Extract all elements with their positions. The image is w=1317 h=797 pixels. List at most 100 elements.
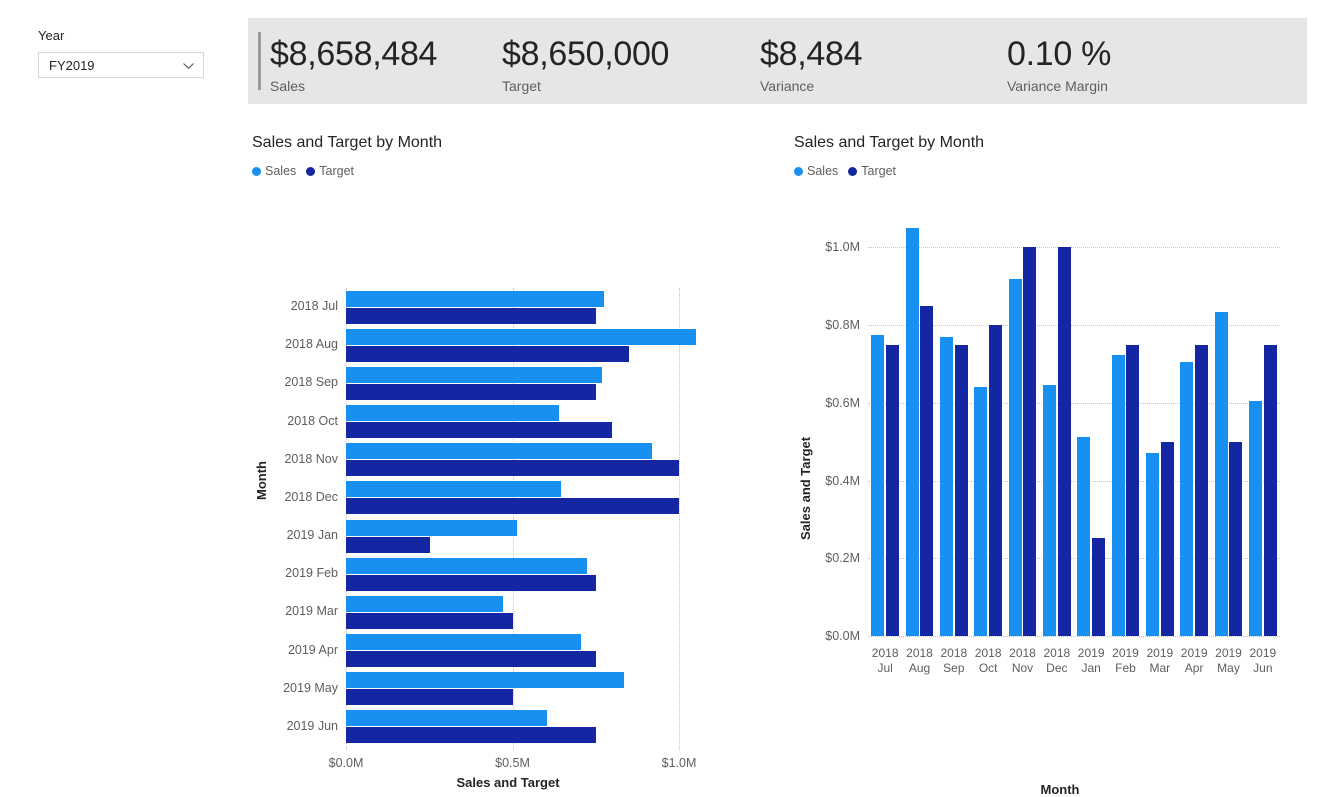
left-chart-bar-target[interactable] [346, 383, 596, 400]
kpi-card-variance-margin: 0.10 % Variance Margin [1007, 18, 1267, 95]
left-chart-category-label: 2019 Mar [285, 604, 338, 619]
right-chart-bar-target[interactable] [920, 305, 934, 636]
year-slicer-dropdown[interactable]: FY2019 [38, 52, 204, 78]
kpi-value-target: $8,650,000 [502, 35, 670, 73]
left-chart-bar-target[interactable] [346, 574, 596, 591]
right-chart-y-tick-label: $1.0M [825, 240, 860, 255]
right-chart-bar-target[interactable] [1091, 538, 1105, 636]
left-chart-category-labels: 2018 Jul 2018 Aug 2018 Sep 2018 Oct 2018 Nov… [248, 288, 338, 746]
right-chart-axis-title-value: Sales and Target [798, 436, 813, 540]
left-chart-category-label: 2019 Jan [286, 528, 338, 543]
left-chart-bar-sales[interactable] [346, 557, 587, 574]
left-chart-category-label: 2019 Apr [287, 642, 338, 657]
left-chart-bar-sales[interactable] [346, 405, 560, 422]
right-chart-bar-sales[interactable] [974, 387, 988, 636]
right-chart-category-label: 2018 Sep [940, 646, 968, 675]
left-chart-bar-target[interactable] [346, 727, 596, 744]
right-chart-bar-target[interactable] [885, 344, 899, 636]
right-chart-bar-sales[interactable] [1043, 385, 1057, 636]
legend-item-sales[interactable]: Sales [252, 164, 296, 178]
right-chart-bar-target[interactable] [1229, 441, 1243, 636]
right-chart-bar-sales[interactable] [1111, 355, 1125, 636]
right-chart-bar-target[interactable] [988, 325, 1002, 636]
right-chart-bar-sales[interactable] [905, 228, 919, 636]
chevron-down-icon[interactable] [182, 59, 195, 72]
left-chart-bar-sales[interactable] [346, 328, 696, 345]
right-chart-bar-sales[interactable] [1249, 400, 1263, 636]
left-chart-title: Sales and Target by Month [252, 134, 443, 151]
year-slicer[interactable]: Year FY2019 [38, 28, 204, 78]
left-chart-bar-target[interactable] [346, 498, 679, 515]
right-chart-title: Sales and Target by Month [794, 134, 985, 151]
legend-label-target: Target [861, 164, 897, 178]
left-chart-plot-area: Month 2018 Jul 2018 Aug 2018 Sep 2018 Oct 20… [248, 210, 768, 790]
right-chart-bar-sales[interactable] [1008, 278, 1022, 636]
left-chart-category-label: 2018 Nov [284, 451, 338, 466]
left-chart-category-label: 2019 Jun [286, 718, 338, 733]
legend-item-target[interactable]: Target [306, 164, 354, 178]
left-chart-bar-sales[interactable] [346, 443, 653, 460]
left-chart-bar-target[interactable] [346, 422, 613, 439]
kpi-value-sales: $8,658,484 [270, 35, 438, 73]
left-chart-bar-sales[interactable] [346, 519, 517, 536]
right-chart-bar-sales[interactable] [871, 334, 885, 636]
left-chart-legend[interactable]: Sales Target [248, 164, 768, 178]
right-chart-legend[interactable]: Sales Target [790, 164, 1310, 178]
legend-item-sales[interactable]: Sales [794, 164, 838, 178]
left-chart-bars[interactable]: $0.0M $0.5M $1.0M [329, 288, 696, 770]
left-chart-bar-sales[interactable] [346, 595, 503, 612]
left-chart-bar-target[interactable] [346, 307, 596, 324]
right-chart-category-label: 2018 Jul [871, 646, 899, 675]
left-chart-x-tick-label: $0.0M [328, 756, 364, 770]
right-chart-bar-target[interactable] [1160, 441, 1174, 636]
right-chart-category-label: 2019 Mar [1146, 646, 1174, 675]
left-chart-bar-sales[interactable] [346, 481, 561, 498]
bar-chart-sales-target-by-month[interactable]: Sales and Target by Month Sales Target M… [248, 132, 768, 790]
left-chart-bar-target[interactable] [346, 536, 430, 553]
legend-label-sales: Sales [265, 164, 297, 178]
left-chart-bar-target[interactable] [346, 612, 513, 629]
right-chart-y-tick-label: $0.6M [825, 395, 860, 410]
kpi-summary-band: $8,658,484 Sales $8,650,000 Target $8,48… [248, 18, 1307, 104]
right-chart-bar-target[interactable] [1057, 247, 1071, 636]
left-chart-bar-sales[interactable] [346, 634, 581, 651]
right-chart-category-label: 2019 Jun [1249, 646, 1277, 675]
right-chart-gridline [868, 636, 1280, 637]
left-chart-category-label: 2018 Oct [287, 413, 338, 428]
left-chart-bar-target[interactable] [346, 651, 596, 668]
right-chart-bar-target[interactable] [954, 344, 968, 636]
legend-item-target[interactable]: Target [848, 164, 896, 178]
column-chart-sales-target-by-month[interactable]: Sales and Target by Month Sales Target S… [790, 132, 1310, 797]
left-chart-bar-sales[interactable] [346, 710, 548, 727]
kpi-label-variance: Variance [760, 78, 815, 94]
left-chart-category-label: 2018 Jul [290, 299, 338, 314]
right-chart-y-tick-label: $0.2M [825, 551, 860, 566]
legend-label-target: Target [319, 164, 355, 178]
right-chart-bar-sales[interactable] [940, 336, 954, 636]
left-chart-category-label: 2018 Sep [284, 375, 338, 390]
right-chart-bar-target[interactable] [1194, 344, 1208, 636]
kpi-card-target: $8,650,000 Target [502, 18, 760, 95]
left-chart-bar-target[interactable] [346, 460, 679, 477]
kpi-card-sales: $8,658,484 Sales [248, 18, 502, 95]
right-chart-bars[interactable]: $0.0M $0.2M $0.4M $0.6M $0.8M $1.0M 2018 Jul 201… [825, 228, 1280, 675]
right-chart-bar-sales[interactable] [1077, 436, 1091, 636]
year-slicer-label: Year [38, 28, 65, 43]
right-chart-bar-target[interactable] [1023, 247, 1037, 636]
right-chart-category-label: 2019 Feb [1112, 646, 1139, 675]
kpi-label-sales: Sales [270, 78, 306, 94]
left-chart-bar-sales[interactable] [346, 366, 603, 383]
right-chart-bar-sales[interactable] [1180, 362, 1194, 636]
right-chart-y-tick-label: $0.8M [825, 318, 860, 333]
left-chart-bar-sales[interactable] [346, 672, 625, 689]
left-chart-bar-target[interactable] [346, 689, 513, 706]
left-chart-bar-target[interactable] [346, 345, 630, 362]
left-chart-bar-sales[interactable] [346, 290, 605, 307]
right-chart-category-label: 2019 Apr [1180, 646, 1208, 675]
left-chart-category-label: 2019 May [283, 680, 338, 695]
right-chart-bar-target[interactable] [1126, 344, 1140, 636]
right-chart-bar-sales[interactable] [1146, 452, 1160, 636]
left-chart-category-label: 2018 Aug [285, 337, 338, 352]
right-chart-bar-sales[interactable] [1214, 311, 1228, 636]
right-chart-bar-target[interactable] [1263, 344, 1277, 636]
